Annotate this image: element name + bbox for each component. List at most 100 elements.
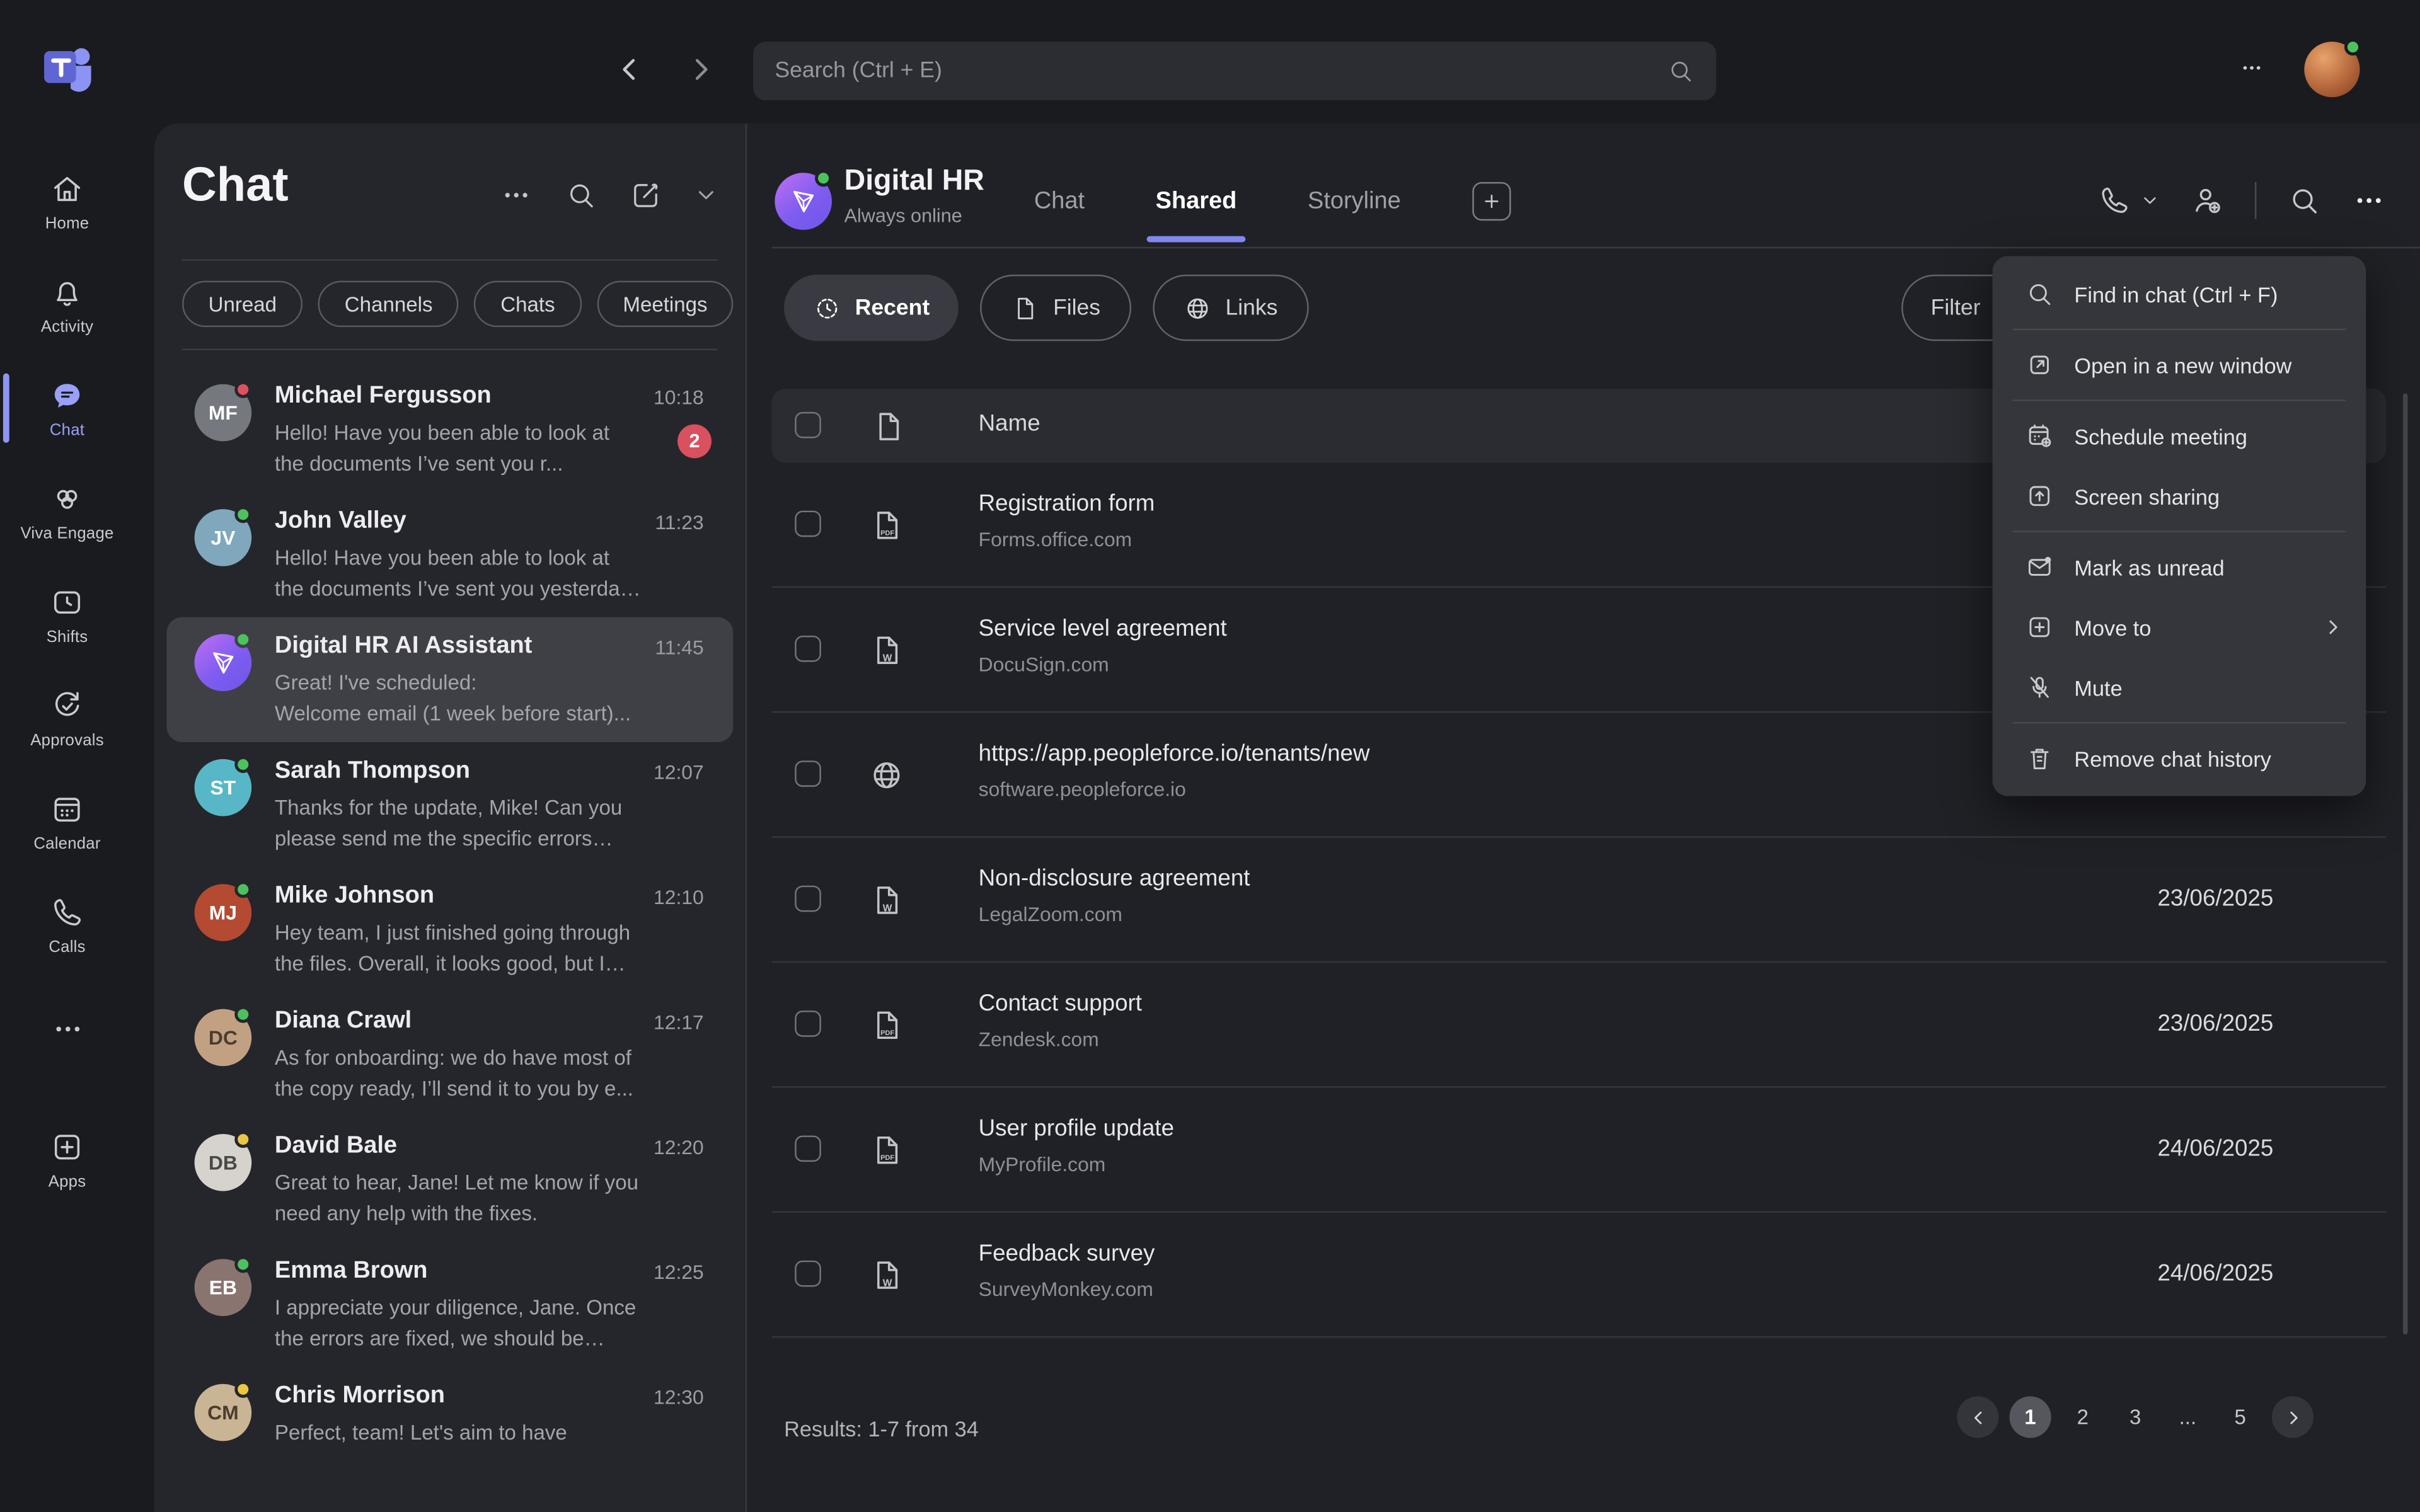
chat-search-icon[interactable]	[565, 179, 597, 211]
back-icon[interactable]	[614, 54, 645, 85]
file-title[interactable]: Non-disclosure agreement	[979, 866, 1250, 892]
conversation-name: John Valley	[275, 508, 406, 536]
phone-icon	[2097, 183, 2131, 217]
forward-icon[interactable]	[685, 54, 716, 85]
chat-more-icon[interactable]	[500, 179, 532, 211]
chat-filter-chats[interactable]: Chats	[475, 281, 582, 327]
conversation-name: Digital HR AI Assistant	[275, 633, 532, 660]
conversation-item-john-valley[interactable]: JVJohn Valley11:23Hello! Have you been a…	[166, 492, 733, 617]
page-button-5[interactable]: 5	[2220, 1396, 2261, 1438]
table-row-user-profile-update[interactable]: PDFUser profile updateMyProfile.com24/06…	[771, 1088, 2386, 1213]
conversation-preview: Great! I've scheduled: Welcome email (1 …	[275, 668, 642, 728]
select-all-checkbox[interactable]	[795, 412, 821, 438]
conversation-item-chris-morrison[interactable]: CMChris Morrison12:30Perfect, team! Let'…	[166, 1367, 733, 1492]
rail-item-calls[interactable]: Calls	[0, 873, 134, 976]
tab-chat[interactable]: Chat	[1034, 188, 1085, 215]
view-pill-recent[interactable]: Recent	[784, 275, 959, 341]
menu-item-schedule-meeting[interactable]: Schedule meeting	[1993, 406, 2366, 466]
rail-item-viva-engage[interactable]: Viva Engage	[0, 460, 134, 563]
tab-storyline[interactable]: Storyline	[1308, 188, 1401, 215]
conversation-time: 12:20	[654, 1135, 704, 1159]
file-icon	[870, 409, 906, 444]
conversation-list: MFMichael Fergusson10:18Hello! Have you …	[166, 367, 733, 1512]
row-checkbox[interactable]	[795, 1135, 821, 1162]
rail-item-activity[interactable]: Activity	[0, 253, 134, 357]
new-chat-icon[interactable]	[630, 179, 662, 211]
row-checkbox[interactable]	[795, 886, 821, 912]
conversation-item-michael-fergusson[interactable]: MFMichael Fergusson10:18Hello! Have you …	[166, 367, 733, 492]
conversation-item-emma-brown[interactable]: EBEmma Brown12:25I appreciate your dilig…	[166, 1242, 733, 1366]
file-title[interactable]: Feedback survey	[979, 1240, 1155, 1267]
table-row-contact-support[interactable]: PDFContact supportZendesk.com23/06/2025	[771, 963, 2386, 1087]
rail-item-chat[interactable]: Chat	[0, 357, 134, 460]
top-bar: Search (Ctrl + E)	[0, 0, 2420, 142]
file-title[interactable]: User profile update	[979, 1116, 1174, 1142]
file-date: 23/06/2025	[2157, 1011, 2273, 1037]
add-tab-button[interactable]	[1472, 182, 1510, 220]
rail-item-calendar[interactable]: Calendar	[0, 770, 134, 873]
call-button[interactable]	[2097, 183, 2159, 217]
bell-icon	[49, 274, 84, 309]
file-source: Forms.office.com	[979, 528, 1132, 551]
file-title[interactable]: Registration form	[979, 491, 1155, 517]
topbar-more-icon[interactable]	[2233, 55, 2271, 80]
view-pill-links[interactable]: Links	[1153, 275, 1308, 341]
chat-filter-channels[interactable]: Channels	[318, 281, 459, 327]
menu-item-mark-as-unread[interactable]: Mark as unread	[1993, 537, 2366, 597]
rail-item-approvals[interactable]: Approvals	[0, 667, 134, 770]
table-row-non-disclosure-agreement[interactable]: WNon-disclosure agreementLegalZoom.com23…	[771, 838, 2386, 963]
page-button-2[interactable]: 2	[2062, 1396, 2104, 1438]
page-button-1[interactable]: 1	[2010, 1396, 2051, 1438]
find-in-chat-icon[interactable]	[2287, 183, 2321, 217]
globe-icon	[869, 757, 904, 793]
next-page-button[interactable]	[2272, 1396, 2313, 1438]
table-scrollbar[interactable]	[2402, 393, 2408, 1334]
chat-filter-unread[interactable]: Unread	[182, 281, 303, 327]
conversation-item-sarah-thompson[interactable]: STSarah Thompson12:07Thanks for the upda…	[166, 742, 733, 867]
conversation-more-icon[interactable]	[2352, 183, 2386, 217]
menu-item-remove-chat-history[interactable]: Remove chat history	[1993, 728, 2366, 789]
menu-item-open-in-a-new-window[interactable]: Open in a new window	[1993, 335, 2366, 395]
chat-filter-meetings[interactable]: Meetings	[597, 281, 734, 327]
conversation-item-david-bale[interactable]: DBDavid Bale12:20Great to hear, Jane! Le…	[166, 1117, 733, 1242]
chevron-down-icon[interactable]	[694, 183, 718, 207]
rail-item-more[interactable]	[0, 976, 134, 1080]
filter-label: Filter	[1931, 295, 1981, 320]
conversation-name: Sarah Thompson	[275, 757, 470, 785]
presence-dot	[234, 1256, 251, 1273]
page-button-3[interactable]: 3	[2114, 1396, 2156, 1438]
divider	[2012, 399, 2346, 401]
row-checkbox[interactable]	[795, 1011, 821, 1037]
tab-shared[interactable]: Shared	[1156, 188, 1237, 215]
row-checkbox[interactable]	[795, 636, 821, 662]
file-title[interactable]: https://app.peopleforce.io/tenants/new	[979, 741, 1370, 767]
table-row-feedback-survey[interactable]: WFeedback surveySurveyMonkey.com24/06/20…	[771, 1213, 2386, 1337]
rail-item-shifts[interactable]: Shifts	[0, 563, 134, 667]
menu-item-find-in-chat-ctrl-f[interactable]: Find in chat (Ctrl + F)	[1993, 264, 2366, 324]
mail-unread-icon	[2025, 553, 2054, 582]
teams-app-window: Search (Ctrl + E) HomeActivityChatViva E…	[0, 0, 2420, 1512]
menu-item-mute[interactable]: Mute	[1993, 657, 2366, 718]
conversation-time: 12:07	[654, 760, 704, 784]
global-search-input[interactable]: Search (Ctrl + E)	[753, 42, 1716, 100]
presence-dot	[234, 506, 251, 523]
row-checkbox[interactable]	[795, 1261, 821, 1287]
row-checkbox[interactable]	[795, 760, 821, 787]
prev-page-button[interactable]	[1957, 1396, 1998, 1438]
row-checkbox[interactable]	[795, 511, 821, 537]
user-avatar[interactable]	[2304, 42, 2360, 97]
menu-item-screen-sharing[interactable]: Screen sharing	[1993, 466, 2366, 527]
teams-logo-icon	[35, 35, 100, 100]
menu-item-move-to[interactable]: Move to	[1993, 597, 2366, 658]
conversation-item-mike-johnson[interactable]: MJMike Johnson12:10Hey team, I just fini…	[166, 867, 733, 992]
calendar-add-icon	[2025, 421, 2054, 451]
file-title[interactable]: Contact support	[979, 990, 1142, 1017]
rail-item-home[interactable]: Home	[0, 150, 134, 253]
view-pill-files[interactable]: Files	[981, 275, 1131, 341]
conversation-item-diana-crawl[interactable]: DCDiana Crawl12:17As for onboarding: we …	[166, 992, 733, 1117]
conversation-item-digital-hr-ai-assistant[interactable]: Digital HR AI Assistant11:45Great! I've …	[166, 617, 733, 742]
chat-list-pane: Chat UnreadChannelsChatsMeetings MFMicha…	[154, 123, 747, 1512]
file-title[interactable]: Service level agreement	[979, 616, 1227, 642]
add-people-icon[interactable]	[2190, 183, 2224, 217]
rail-item-apps[interactable]: Apps	[0, 1108, 134, 1211]
